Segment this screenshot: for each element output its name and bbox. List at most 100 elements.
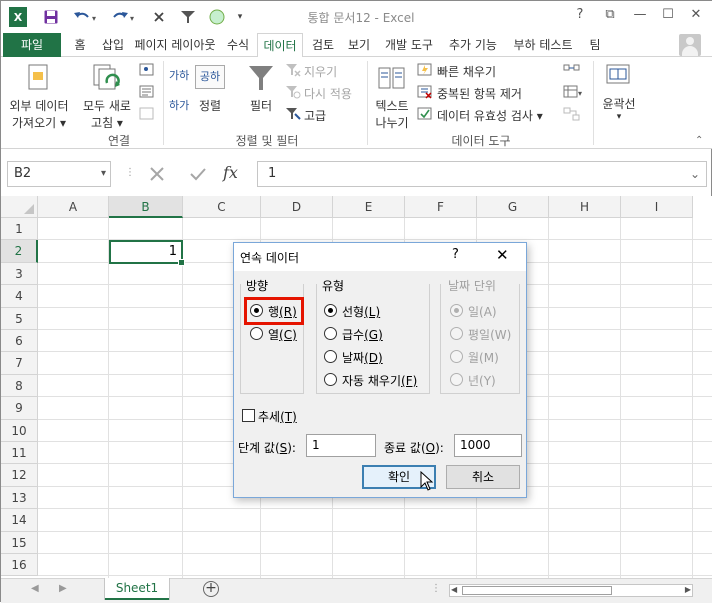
row-header-15[interactable]: 15 — [1, 531, 38, 554]
column-header-b[interactable]: B — [109, 196, 183, 218]
tab-review[interactable]: 검토 — [307, 33, 339, 57]
tab-data[interactable]: 데이터 — [257, 33, 303, 58]
edit-links-icon[interactable] — [139, 107, 155, 124]
collapse-ribbon-icon[interactable]: ⌃ — [695, 135, 703, 146]
cancel-icon[interactable] — [149, 167, 165, 181]
type-growth-radio[interactable] — [324, 327, 337, 340]
tab-home[interactable]: 홈 — [69, 33, 91, 57]
consolidate-icon[interactable] — [563, 63, 581, 80]
reapply-button[interactable]: 다시 적용 — [304, 85, 352, 102]
tab-formulas[interactable]: 수식 — [223, 33, 253, 57]
column-header-g[interactable]: G — [477, 196, 549, 218]
redo-icon[interactable]: ▾ — [109, 7, 139, 27]
row-header-7[interactable]: 7 — [1, 352, 38, 375]
prev-sheet-icon[interactable]: ◀ — [31, 583, 39, 594]
row-header-4[interactable]: 4 — [1, 285, 38, 308]
date-unit-weekday-radio[interactable] — [450, 327, 463, 340]
step-value-input[interactable]: 1 — [306, 434, 376, 457]
type-autofill-radio[interactable] — [324, 373, 337, 386]
column-header-c[interactable]: C — [183, 196, 261, 218]
row-header-1[interactable]: 1 — [1, 218, 38, 241]
tab-page-layout[interactable]: 페이지 레이아웃 — [133, 33, 217, 57]
direction-column-label[interactable]: 열(C) — [268, 326, 297, 343]
next-sheet-icon[interactable]: ▶ — [59, 583, 67, 594]
dialog-help-icon[interactable]: ? — [452, 247, 459, 262]
row-header-5[interactable]: 5 — [1, 307, 38, 330]
filter-button[interactable]: 필터 — [241, 97, 281, 114]
type-linear-label[interactable]: 선형(L) — [342, 303, 380, 320]
sheet-tab-sheet1[interactable]: Sheet1 — [105, 578, 169, 600]
trend-checkbox[interactable] — [242, 409, 255, 422]
tab-insert[interactable]: 삽입 — [97, 33, 129, 57]
expand-formula-icon[interactable]: ⌄ — [690, 162, 700, 186]
dialog-title-bar[interactable]: 연속 데이터 ? ✕ — [234, 243, 526, 271]
chevron-down-icon[interactable]: ▾ — [101, 162, 106, 186]
row-header-12[interactable]: 12 — [1, 464, 38, 487]
data-validation-button[interactable]: 데이터 유효성 검사 ▾ — [437, 107, 543, 124]
row-header-14[interactable]: 14 — [1, 509, 38, 532]
date-unit-day-radio[interactable] — [450, 304, 463, 317]
flash-fill-button[interactable]: 빠른 채우기 — [437, 63, 496, 80]
type-growth-label[interactable]: 급수(G) — [342, 326, 383, 343]
tab-developer[interactable]: 개발 도구 — [379, 33, 439, 57]
minimize-icon[interactable]: — — [629, 7, 651, 27]
row-header-10[interactable]: 10 — [1, 419, 38, 442]
tab-split-grip[interactable]: ⋮ — [431, 583, 441, 594]
avatar[interactable] — [679, 34, 701, 56]
column-header-a[interactable]: A — [38, 196, 109, 218]
selected-cell-b2[interactable]: 1 — [109, 240, 185, 266]
properties-icon[interactable] — [139, 85, 155, 102]
sort-descending-button[interactable]: 하가 — [169, 97, 189, 113]
customize-qat-icon[interactable]: ▾ — [233, 7, 247, 27]
save-icon[interactable] — [41, 7, 61, 27]
remove-duplicates-button[interactable]: 중복된 항목 제거 — [437, 85, 522, 102]
undo-icon[interactable]: ▾ — [71, 7, 101, 27]
stop-value-input[interactable]: 1000 — [454, 434, 522, 457]
type-date-radio[interactable] — [324, 350, 337, 363]
row-header-3[interactable]: 3 — [1, 262, 38, 286]
date-unit-year-radio[interactable] — [450, 373, 463, 386]
help-icon[interactable]: ? — [569, 7, 591, 27]
scroll-thumb[interactable] — [462, 586, 612, 595]
close-icon[interactable]: ✕ — [685, 7, 707, 27]
formula-input[interactable]: 1 ⌄ — [257, 161, 707, 187]
excel-app-icon[interactable]: X — [9, 7, 27, 27]
select-all-button[interactable] — [1, 196, 38, 218]
direction-column-radio[interactable] — [250, 327, 263, 340]
tab-view[interactable]: 보기 — [343, 33, 375, 57]
sort-button[interactable]: 정렬 — [191, 97, 229, 114]
name-box[interactable]: B2 ▾ — [7, 161, 111, 187]
filter-qat-icon[interactable] — [177, 7, 199, 27]
tab-file[interactable]: 파일 — [3, 33, 61, 57]
type-date-label[interactable]: 날짜(D) — [342, 349, 383, 366]
type-linear-radio[interactable] — [324, 304, 337, 317]
formula-bar-grip[interactable]: ⋮ — [125, 167, 135, 178]
row-header-2[interactable]: 2 — [1, 240, 38, 263]
scroll-left-icon[interactable]: ◀ — [451, 585, 457, 594]
outline-button[interactable]: 윤곽선 ▾ — [597, 95, 641, 122]
tab-load-test[interactable]: 부하 테스트 — [507, 33, 579, 57]
trend-label[interactable]: 추세(T) — [258, 408, 297, 425]
relationships-icon[interactable] — [563, 107, 581, 124]
add-sheet-icon[interactable]: + — [203, 581, 219, 597]
text-to-columns-button[interactable]: 텍스트 나누기 — [369, 97, 415, 131]
enter-icon[interactable] — [189, 167, 207, 181]
row-header-13[interactable]: 13 — [1, 486, 38, 510]
scroll-right-icon[interactable]: ▶ — [685, 585, 691, 594]
cancel-button[interactable]: 취소 — [446, 465, 520, 489]
sort-ascending-button[interactable]: 가하 — [169, 67, 189, 83]
tab-add-ins[interactable]: 추가 기능 — [443, 33, 503, 57]
column-header-i[interactable]: I — [621, 196, 693, 218]
clear-format-icon[interactable] — [149, 7, 169, 27]
type-autofill-label[interactable]: 자동 채우기(F) — [342, 372, 417, 389]
insert-function-icon[interactable]: fx — [223, 163, 238, 182]
get-external-data-button[interactable]: 외부 데이터 가져오기 ▾ — [3, 97, 75, 131]
column-header-d[interactable]: D — [261, 196, 333, 218]
tab-team[interactable]: 팀 — [583, 33, 607, 57]
row-header-6[interactable]: 6 — [1, 330, 38, 353]
column-header-f[interactable]: F — [405, 196, 477, 218]
refresh-all-button[interactable]: 모두 새로 고침 ▾ — [79, 97, 135, 131]
dialog-close-icon[interactable]: ✕ — [496, 246, 509, 264]
shape-qat-icon[interactable] — [207, 7, 227, 27]
row-header-9[interactable]: 9 — [1, 397, 38, 420]
